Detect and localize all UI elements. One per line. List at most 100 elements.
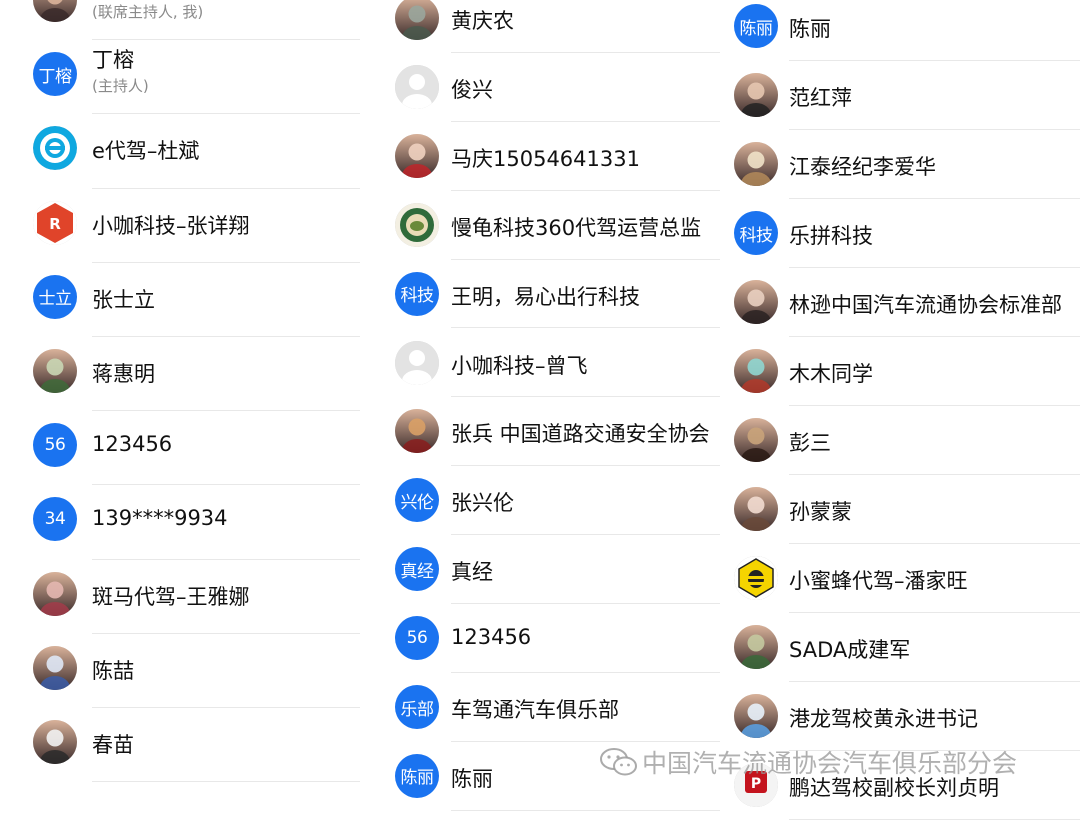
participant-name: 蒋惠明 (92, 362, 155, 386)
avatar-image (395, 133, 439, 178)
avatar-initials: 56 (406, 628, 428, 649)
avatar-initials: 兴伦 (400, 492, 435, 513)
participant-name: 陈丽 (789, 17, 831, 41)
avatar (734, 73, 778, 117)
participant-row[interactable]: 孙蒙蒙 (720, 475, 1080, 544)
avatar (395, 64, 439, 109)
row-divider (92, 781, 360, 783)
avatar-image (734, 625, 778, 669)
participant-row[interactable]: 兴伦 张兴伦 (362, 466, 720, 536)
avatar (395, 340, 439, 385)
avatar: 34 (33, 497, 77, 542)
participant-row[interactable]: 慢龟科技360代驾运营总监 (362, 191, 720, 260)
avatar-image (734, 349, 778, 393)
participant-row[interactable]: 小蜜蜂代驾–潘家旺 (720, 544, 1080, 613)
participant-name: 车驾通汽车俱乐部 (451, 698, 619, 722)
participant-row[interactable]: 木木同学 (720, 337, 1080, 406)
avatar-image (395, 0, 439, 40)
participant-row[interactable]: 小咖科技–曾飞 (362, 329, 720, 398)
participant-row[interactable]: 范红萍 (720, 61, 1080, 130)
avatar (734, 487, 778, 531)
avatar-initials: 真经 (400, 561, 435, 582)
participant-row[interactable]: R 小咖科技–张详翔 (0, 189, 362, 263)
mangui-logo-icon (395, 202, 439, 247)
participant-row[interactable]: 马庆15054641331 (362, 122, 720, 191)
participant-name: e代驾–杜斌 (92, 139, 200, 164)
avatar-initials: 士立 (38, 289, 73, 310)
avatar-image (734, 487, 778, 531)
participant-name: 范红萍 (789, 86, 852, 110)
avatar-image (33, 349, 77, 393)
participant-row[interactable]: 黄庆农 (362, 0, 720, 53)
participant-row[interactable]: 34 139****9934 (0, 485, 362, 560)
participant-row[interactable]: 科技 王明，易心出行科技 (362, 260, 720, 329)
participant-row[interactable]: 韩芳芳(联席主持人, 我) (0, 0, 362, 41)
participant-row[interactable]: 科技 乐拼科技 (720, 199, 1080, 268)
avatar-image (33, 645, 77, 690)
avatar-image (734, 418, 778, 462)
avatar-initials: 科技 (739, 225, 774, 246)
participant-name: 139****9934 (92, 506, 228, 531)
participant-row[interactable]: 士立 张士立 (0, 263, 362, 337)
avatar: 科技 (734, 211, 778, 255)
avatar (395, 409, 439, 454)
avatar (33, 720, 77, 764)
participant-row[interactable]: 张兵 中国道路交通安全协会 (362, 397, 720, 467)
avatar (734, 142, 778, 186)
participant-row[interactable]: 陈喆 (0, 634, 362, 708)
participant-row[interactable]: 俊兴 (362, 53, 720, 122)
participant-name: 123456 (92, 432, 173, 457)
participant-row[interactable]: 56 123456 (362, 604, 720, 673)
avatar (395, 0, 439, 40)
participant-name: 林逊中国汽车流通协会标准部 (789, 293, 1062, 317)
participant-row[interactable]: 真经 真经 (362, 535, 720, 605)
row-divider (451, 809, 720, 811)
participant-name: 马庆15054641331 (451, 146, 640, 171)
participant-row[interactable]: 斑马代驾–王雅娜 (0, 560, 362, 634)
participant-row[interactable]: 江泰经纪李爱华 (720, 130, 1080, 199)
participant-row[interactable]: 彭三 (720, 406, 1080, 475)
participant-name: 俊兴 (451, 77, 493, 102)
participant-row[interactable]: 林逊中国汽车流通协会标准部 (720, 268, 1080, 337)
participant-row[interactable]: 陈丽 陈丽 (720, 0, 1080, 61)
avatar (734, 694, 778, 738)
avatar-image (734, 73, 778, 117)
participant-name: 陈喆 (92, 658, 134, 683)
participant-name: 木木同学 (789, 362, 873, 386)
participant-name: SADA成建军 (789, 638, 911, 662)
avatar-image (33, 0, 77, 22)
participant-role: (主持人) (92, 77, 149, 96)
avatar-initials: 丁榕 (38, 66, 73, 87)
avatar-initials: 陈丽 (400, 768, 435, 789)
participant-name: 真经 (451, 560, 493, 585)
participant-name: 港龙驾校黄永进书记 (789, 707, 978, 731)
avatar: 兴伦 (395, 478, 439, 523)
participant-row[interactable]: 春苗 (0, 708, 362, 783)
participant-name: 乐拼科技 (789, 224, 873, 248)
participant-name: 丁榕 (92, 48, 134, 73)
participant-name: 慢龟科技360代驾运营总监 (451, 215, 702, 240)
avatar (33, 571, 77, 616)
participant-name: 小咖科技–张详翔 (92, 213, 250, 238)
avatar-image (33, 720, 77, 764)
xiaoka-logo-icon: R (33, 200, 77, 245)
participant-row[interactable]: e代驾–杜斌 (0, 114, 362, 189)
avatar (33, 0, 77, 22)
participant-row[interactable]: SADA成建军 (720, 613, 1080, 682)
participant-row[interactable]: 乐部 车驾通汽车俱乐部 (362, 673, 720, 742)
avatar: 士立 (33, 274, 77, 319)
watermark: 中国汽车流通协会汽车俱乐部分会 (598, 744, 1017, 780)
bee-logo-icon (734, 556, 778, 600)
avatar (33, 126, 77, 171)
participant-name: 张兵 中国道路交通安全协会 (451, 422, 710, 447)
participant-row[interactable]: 蒋惠明 (0, 337, 362, 412)
participant-row[interactable]: 56 123456 (0, 411, 362, 486)
avatar: 科技 (395, 271, 439, 316)
avatar (33, 349, 77, 393)
avatar (734, 556, 778, 600)
avatar (734, 349, 778, 393)
avatar-initials: 34 (44, 509, 66, 530)
participant-name: 江泰经纪李爱华 (789, 155, 936, 179)
participant-row[interactable]: 丁榕 丁榕 (主持人) (0, 40, 362, 115)
participant-row[interactable]: 港龙驾校黄永进书记 (720, 682, 1080, 751)
